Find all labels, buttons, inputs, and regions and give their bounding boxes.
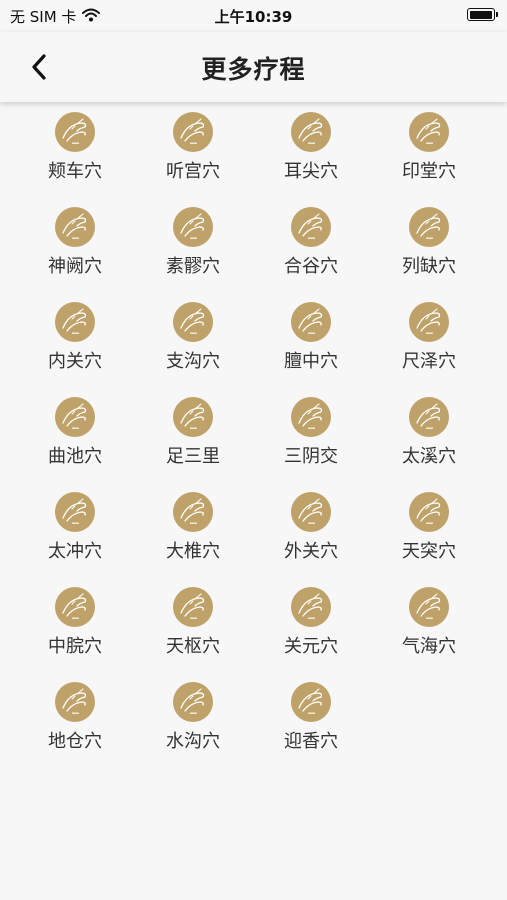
acupoint-label: 气海穴 xyxy=(402,636,456,657)
hand-massage-icon xyxy=(55,302,95,342)
acupoint-label: 迎香穴 xyxy=(284,731,338,752)
hand-massage-icon xyxy=(55,682,95,722)
acupoint-item[interactable]: 内关穴 xyxy=(16,302,134,375)
navigation-bar: 更多疗程 xyxy=(0,32,507,102)
hand-massage-icon xyxy=(55,112,95,152)
acupoint-item[interactable]: 颊车穴 xyxy=(16,112,134,185)
acupoint-item[interactable]: 耳尖穴 xyxy=(252,112,370,185)
acupoint-item[interactable]: 太溪穴 xyxy=(370,397,488,470)
acupoint-label: 尺泽穴 xyxy=(402,351,456,372)
hand-massage-icon xyxy=(55,587,95,627)
acupoint-item[interactable]: 迎香穴 xyxy=(252,682,370,755)
acupoint-item[interactable]: 曲池穴 xyxy=(16,397,134,470)
hand-massage-icon xyxy=(173,207,213,247)
acupoint-label: 大椎穴 xyxy=(166,541,220,562)
acupoint-item[interactable]: 印堂穴 xyxy=(370,112,488,185)
acupoint-label: 支沟穴 xyxy=(166,351,220,372)
acupoint-item[interactable]: 太冲穴 xyxy=(16,492,134,565)
acupoint-item[interactable]: 气海穴 xyxy=(370,587,488,660)
hand-massage-icon xyxy=(409,587,449,627)
acupoint-label: 天枢穴 xyxy=(166,636,220,657)
hand-massage-icon xyxy=(409,302,449,342)
hand-massage-icon xyxy=(291,112,331,152)
acupoint-item[interactable]: 三阴交 xyxy=(252,397,370,470)
acupoint-label: 天突穴 xyxy=(402,541,456,562)
acupoint-item[interactable]: 地仓穴 xyxy=(16,682,134,755)
acupoint-item[interactable]: 列缺穴 xyxy=(370,207,488,280)
hand-massage-icon xyxy=(409,112,449,152)
hand-massage-icon xyxy=(291,587,331,627)
hand-massage-icon xyxy=(173,397,213,437)
battery-icon xyxy=(467,8,498,21)
hand-massage-icon xyxy=(173,492,213,532)
hand-massage-icon xyxy=(173,587,213,627)
hand-massage-icon xyxy=(55,207,95,247)
acupoint-label: 外关穴 xyxy=(284,541,338,562)
acupoint-item[interactable]: 神阙穴 xyxy=(16,207,134,280)
acupoint-item[interactable]: 合谷穴 xyxy=(252,207,370,280)
hand-massage-icon xyxy=(291,682,331,722)
acupoint-label: 素髎穴 xyxy=(166,256,220,277)
hand-massage-icon xyxy=(409,397,449,437)
acupoint-label: 印堂穴 xyxy=(402,161,456,182)
acupoint-label: 听宫穴 xyxy=(166,161,220,182)
acupoint-label: 太溪穴 xyxy=(402,446,456,467)
acupoint-label: 膻中穴 xyxy=(284,351,338,372)
hand-massage-icon xyxy=(409,492,449,532)
acupoint-label: 中脘穴 xyxy=(48,636,102,657)
acupoint-label: 水沟穴 xyxy=(166,731,220,752)
acupoint-item[interactable]: 膻中穴 xyxy=(252,302,370,375)
hand-massage-icon xyxy=(173,682,213,722)
hand-massage-icon xyxy=(173,112,213,152)
status-bar: 无 SIM 卡 上午10:39 xyxy=(0,0,507,32)
hand-massage-icon xyxy=(409,207,449,247)
acupoint-label: 地仓穴 xyxy=(48,731,102,752)
acupoint-item[interactable]: 足三里 xyxy=(134,397,252,470)
hand-massage-icon xyxy=(55,492,95,532)
hand-massage-icon xyxy=(291,492,331,532)
acupoint-item[interactable]: 中脘穴 xyxy=(16,587,134,660)
page-title: 更多疗程 xyxy=(201,55,306,84)
acupoint-label: 耳尖穴 xyxy=(284,161,338,182)
acupoint-label: 曲池穴 xyxy=(48,446,102,467)
acupoint-label: 颊车穴 xyxy=(48,161,102,182)
hand-massage-icon xyxy=(291,397,331,437)
acupoint-label: 太冲穴 xyxy=(48,541,102,562)
acupoint-item[interactable]: 大椎穴 xyxy=(134,492,252,565)
acupoint-item[interactable]: 外关穴 xyxy=(252,492,370,565)
acupoint-label: 神阙穴 xyxy=(48,256,102,277)
acupoint-item[interactable]: 听宫穴 xyxy=(134,112,252,185)
hand-massage-icon xyxy=(173,302,213,342)
status-time: 上午10:39 xyxy=(214,8,293,26)
acupoint-label: 三阴交 xyxy=(284,446,338,467)
acupoint-item[interactable]: 关元穴 xyxy=(252,587,370,660)
hand-massage-icon xyxy=(291,207,331,247)
acupoint-grid: 颊车穴 听宫穴 耳尖穴 印堂穴神阙穴 素髎穴 合谷穴 列缺穴内关穴 支沟穴 膻中穴 尺泽穴曲池穴 足… xyxy=(0,112,507,755)
acupoint-label: 内关穴 xyxy=(48,351,102,372)
acupoint-label: 列缺穴 xyxy=(402,256,456,277)
hand-massage-icon xyxy=(55,397,95,437)
hand-massage-icon xyxy=(291,302,331,342)
acupoint-label: 足三里 xyxy=(166,446,220,467)
acupoint-item[interactable]: 天枢穴 xyxy=(134,587,252,660)
acupoint-item[interactable]: 支沟穴 xyxy=(134,302,252,375)
acupoint-item[interactable]: 水沟穴 xyxy=(134,682,252,755)
acupoint-label: 关元穴 xyxy=(284,636,338,657)
acupoint-item[interactable]: 素髎穴 xyxy=(134,207,252,280)
acupoint-item[interactable]: 尺泽穴 xyxy=(370,302,488,375)
acupoint-item[interactable]: 天突穴 xyxy=(370,492,488,565)
acupoint-label: 合谷穴 xyxy=(284,256,338,277)
